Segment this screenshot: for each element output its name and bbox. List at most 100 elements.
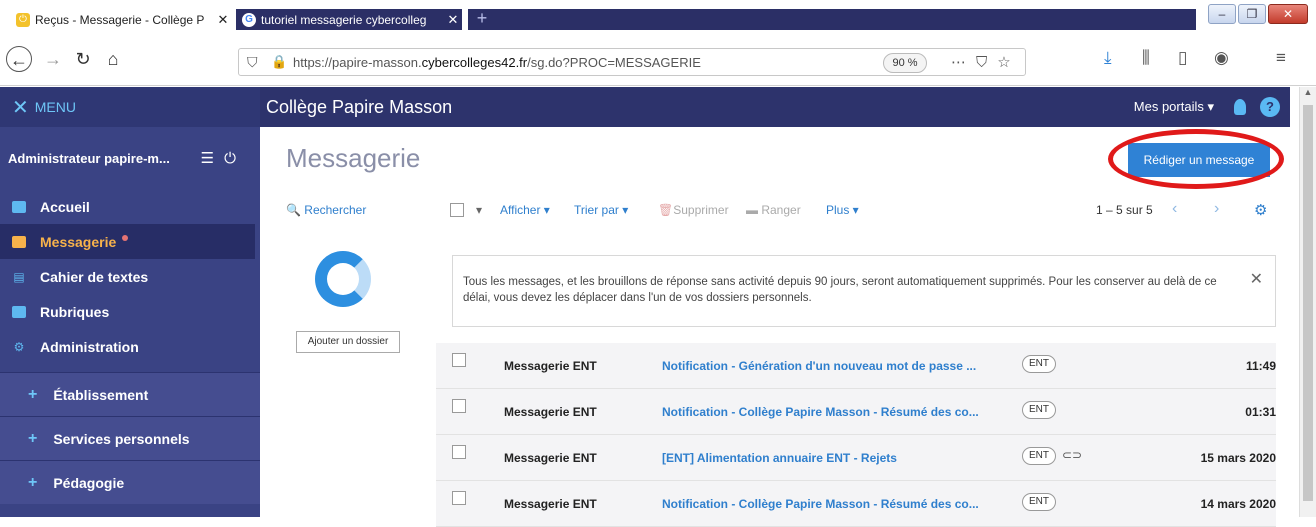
trash-icon: 🗑: [658, 203, 674, 217]
gear-icon: ⚙: [13, 339, 25, 354]
ent-badge: ENT: [1022, 355, 1056, 373]
table-row[interactable]: Messagerie ENT Notification - Collège Pa…: [436, 389, 1276, 435]
tab-strip-background: [496, 9, 1196, 30]
new-tab-button[interactable]: +: [468, 9, 496, 30]
home-icon[interactable]: ⌂: [100, 46, 126, 72]
sidebar-item-rubriques[interactable]: Rubriques: [0, 294, 260, 329]
plus-icon: +: [28, 385, 38, 403]
hamburger-menu-icon[interactable]: ≡: [1276, 48, 1286, 68]
help-icon[interactable]: ?: [1260, 97, 1280, 117]
chat-icon: [12, 305, 26, 318]
sidebar-group-etablissement[interactable]: + Établissement: [0, 372, 260, 416]
bookmark-star-icon[interactable]: ☆: [997, 54, 1020, 71]
library-icon[interactable]: ⫼: [1142, 48, 1150, 68]
attachment-icon: ⊂⊃: [1062, 448, 1083, 462]
row-checkbox[interactable]: [452, 445, 466, 459]
sidebar: ✕ MENU Administrateur papire-m... ☰⏻ Acc…: [0, 87, 260, 517]
back-icon[interactable]: ←: [6, 46, 32, 72]
tracking-shield-icon[interactable]: ⛉: [247, 54, 258, 71]
sidebar-group-label: Services personnels: [53, 430, 190, 447]
window-close-button[interactable]: ✕: [1268, 4, 1308, 24]
add-folder-button[interactable]: Ajouter un dossier: [296, 331, 400, 353]
sidebar-item-administration[interactable]: ⚙ Administration: [0, 329, 260, 364]
afficher-menu[interactable]: Afficher ▾: [500, 203, 550, 217]
search-icon: 🔍: [286, 203, 301, 217]
table-row[interactable]: Messagerie ENT [ENT] Alimentation annuai…: [436, 435, 1276, 481]
next-page-icon[interactable]: ›: [1214, 200, 1219, 218]
sender: Messagerie ENT: [504, 359, 597, 373]
reload-icon[interactable]: ↻: [70, 46, 96, 72]
tab-close-icon[interactable]: ✕: [444, 12, 462, 28]
select-all-checkbox[interactable]: [450, 203, 464, 217]
message-toolbar: 🔍 Rechercher ▾ Afficher ▾ Trier par ▾ 🗑S…: [260, 191, 1290, 231]
page-scrollbar[interactable]: ▲: [1299, 87, 1316, 517]
scroll-up-icon[interactable]: ▲: [1300, 87, 1316, 103]
pocket-icon[interactable]: ⛉: [976, 54, 997, 71]
select-dropdown-icon[interactable]: ▾: [476, 203, 482, 217]
sidebar-item-label: Messagerie: [40, 233, 117, 250]
lock-icon[interactable]: 🔒: [271, 54, 287, 70]
google-favicon-icon: G: [242, 12, 256, 27]
main-content: Collège Papire Masson Mes portails ▾ ? M…: [260, 87, 1290, 527]
close-menu-icon: ✕: [12, 96, 29, 119]
unread-dot: [122, 234, 129, 241]
sidebar-item-label: Administration: [40, 338, 139, 355]
restore-button[interactable]: ❐: [1238, 4, 1266, 24]
window-controls: – ❐ ✕: [1208, 4, 1308, 24]
sidebar-toggle-icon[interactable]: ▯: [1178, 48, 1187, 68]
delete-button[interactable]: 🗑Supprimer: [658, 203, 729, 217]
subject-link[interactable]: Notification - Collège Papire Masson - R…: [662, 497, 979, 511]
browser-tab-messagerie[interactable]: ⏻ Reçus - Messagerie - Collège P ✕: [10, 9, 232, 30]
subject-link[interactable]: Notification - Collège Papire Masson - R…: [662, 405, 979, 419]
sidebar-item-accueil[interactable]: Accueil: [0, 189, 260, 224]
prev-page-icon[interactable]: ‹: [1172, 200, 1177, 218]
sidebar-group-pedagogie[interactable]: + Pédagogie: [0, 460, 260, 504]
table-row[interactable]: Messagerie ENT Notification - Génération…: [436, 343, 1276, 389]
sidebar-item-label: Rubriques: [40, 303, 110, 320]
scrollbar-thumb[interactable]: [1303, 105, 1313, 501]
message-time: 15 mars 2020: [1200, 451, 1276, 465]
tab-close-icon[interactable]: ✕: [214, 12, 232, 28]
more-actions-icon[interactable]: ⋯: [951, 54, 976, 71]
retention-notice: Tous les messages, et les brouillons de …: [452, 255, 1276, 327]
user-name[interactable]: Administrateur papire-m...: [8, 151, 201, 166]
site-brand[interactable]: Collège Papire Masson: [266, 97, 1134, 118]
minimize-button[interactable]: –: [1208, 4, 1236, 24]
site-favicon-icon: ⏻: [16, 12, 30, 27]
account-icon[interactable]: ◉: [1214, 48, 1229, 68]
plus-icon: +: [28, 429, 38, 447]
table-row[interactable]: Messagerie ENT Notification - Collège Pa…: [436, 481, 1276, 527]
row-checkbox[interactable]: [452, 491, 466, 505]
settings-gear-icon[interactable]: ⚙: [1254, 201, 1267, 219]
settings-sliders-icon[interactable]: ☰: [201, 150, 224, 167]
subject-link[interactable]: Notification - Génération d'un nouveau m…: [662, 359, 976, 373]
row-checkbox[interactable]: [452, 353, 466, 367]
forward-icon[interactable]: →: [40, 46, 66, 72]
search-link[interactable]: 🔍 Rechercher: [286, 203, 366, 217]
zoom-level[interactable]: 90 %: [883, 53, 927, 73]
portals-dropdown[interactable]: Mes portails ▾: [1134, 99, 1214, 115]
browser-tab-tutoriel[interactable]: G tutoriel messagerie cybercolleg ✕: [236, 9, 462, 30]
highlight-annotation-circle: [1108, 129, 1284, 189]
url-text[interactable]: https://papire-masson.cybercolleges42.fr…: [293, 55, 701, 70]
logout-power-icon[interactable]: ⏻: [224, 150, 246, 167]
notebook-icon: ▤: [13, 269, 25, 284]
subject-link[interactable]: [ENT] Alimentation annuaire ENT - Rejets: [662, 451, 897, 465]
row-checkbox[interactable]: [452, 399, 466, 413]
sidebar-item-messagerie[interactable]: Messagerie: [0, 224, 255, 259]
menu-label: MENU: [34, 99, 76, 115]
trier-menu[interactable]: Trier par ▾: [574, 203, 628, 217]
message-time: 01:31: [1245, 405, 1276, 419]
menu-toggle[interactable]: ✕ MENU: [0, 87, 260, 127]
sidebar-group-services[interactable]: + Services personnels: [0, 416, 260, 460]
download-icon[interactable]: ⤓: [1104, 48, 1112, 68]
address-bar[interactable]: ⛉ 🔒 https://papire-masson.cybercolleges4…: [238, 48, 1026, 76]
message-time: 11:49: [1245, 359, 1276, 373]
file-button[interactable]: ▬ Ranger: [746, 203, 801, 217]
grid-icon: [12, 200, 26, 213]
more-menu[interactable]: Plus ▾: [826, 203, 859, 217]
sidebar-item-cahier[interactable]: ▤ Cahier de textes: [0, 259, 260, 294]
close-icon[interactable]: ✕: [1250, 272, 1263, 288]
page-header: Messagerie Rédiger un message: [260, 127, 1290, 191]
lightbulb-icon[interactable]: [1234, 99, 1246, 115]
